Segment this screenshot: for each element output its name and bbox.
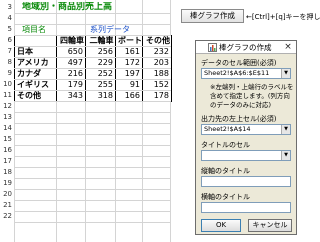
header-label: 項目名 [22, 25, 46, 34]
row-number: 19 [3, 179, 12, 187]
gridline [14, 78, 171, 80]
output-cell-field[interactable]: Sheet2!$A$14 ▼ [201, 124, 291, 135]
gridline [14, 177, 171, 179]
row-number: 17 [3, 157, 12, 165]
series-label: 系列データ [90, 25, 130, 34]
row-number: 5 [7, 25, 12, 33]
gridline [14, 23, 171, 25]
gridline [14, 166, 171, 168]
dropdown-arrow-icon[interactable]: ▼ [281, 69, 290, 78]
gridline [14, 111, 171, 113]
horizontal-axis-title-label: 横軸のタイトル [201, 193, 250, 201]
horizontal-axis-title-field[interactable] [201, 202, 291, 213]
gridline [14, 188, 171, 190]
row-number: 11 [3, 91, 12, 99]
gridline [14, 210, 171, 212]
title-cell-field[interactable]: ▼ [201, 150, 291, 161]
data-range-field[interactable]: Sheet2!$A$6:$E$11 ▼ [201, 68, 291, 79]
data-range-value: Sheet2!$A$6:$E$11 [204, 69, 270, 77]
dialog-titlebar[interactable]: 棒グラフの作成 [196, 41, 296, 54]
gridline [14, 122, 171, 124]
row-number: 21 [3, 201, 12, 209]
gridline [14, 67, 171, 69]
output-cell-label: 出力先の左上セル(必須) [201, 115, 277, 123]
row-number: 6 [7, 36, 12, 44]
row-number: 14 [3, 124, 12, 132]
cancel-button[interactable]: キャンセル [248, 219, 292, 232]
output-cell-value: Sheet2!$A$14 [204, 125, 251, 133]
gridline [14, 100, 171, 102]
shortcut-hint: ←[Ctrl]+[q]キーを押し [246, 13, 320, 21]
gridline [14, 133, 171, 135]
row-number: 18 [3, 168, 12, 176]
dropdown-arrow-icon[interactable]: ▼ [281, 125, 290, 134]
range-note: ※左端列・上端行のラベルを含めて指定します。(列方向のデータのみに対応) [210, 83, 294, 109]
title-cell-label: タイトルのセル [201, 141, 250, 149]
vertical-axis-title-label: 縦軸のタイトル [201, 167, 250, 175]
row-number: 3 [7, 3, 12, 11]
gridline [14, 12, 171, 14]
row-number: 7 [7, 47, 12, 55]
row-number: 9 [7, 69, 12, 77]
row-number: 20 [3, 190, 12, 198]
dialog-title: 棒グラフの作成 [219, 43, 272, 52]
bar-chart-dialog: 棒グラフの作成 × データのセル範囲(必須) Sheet2!$A$6:$E$11… [195, 40, 297, 235]
gridline [14, 89, 171, 91]
row-number: 22 [3, 212, 12, 220]
gridline [14, 144, 171, 146]
data-range-label: データのセル範囲(必須) [201, 59, 277, 67]
chart-icon [208, 43, 217, 56]
row-number: 10 [3, 80, 12, 88]
row-number: 4 [7, 14, 12, 22]
gridline [14, 34, 171, 36]
sheet-title: 地域別・商品別売上高 [22, 2, 113, 12]
dropdown-arrow-icon[interactable]: ▼ [281, 151, 290, 160]
gridline [14, 221, 171, 223]
create-bar-chart-button[interactable]: 棒グラフ作成 [181, 9, 244, 23]
ok-button[interactable]: OK [201, 219, 241, 232]
row-number: 15 [3, 135, 12, 143]
row-number: 16 [3, 146, 12, 154]
gridline [14, 45, 171, 47]
gridline [14, 155, 171, 157]
close-icon[interactable]: × [282, 42, 294, 53]
row-number: 13 [3, 113, 12, 121]
gridline [14, 199, 171, 201]
gridline [14, 56, 171, 58]
vertical-axis-title-field[interactable] [201, 176, 291, 187]
row-number: 8 [7, 58, 12, 66]
row-number: 12 [3, 102, 12, 110]
